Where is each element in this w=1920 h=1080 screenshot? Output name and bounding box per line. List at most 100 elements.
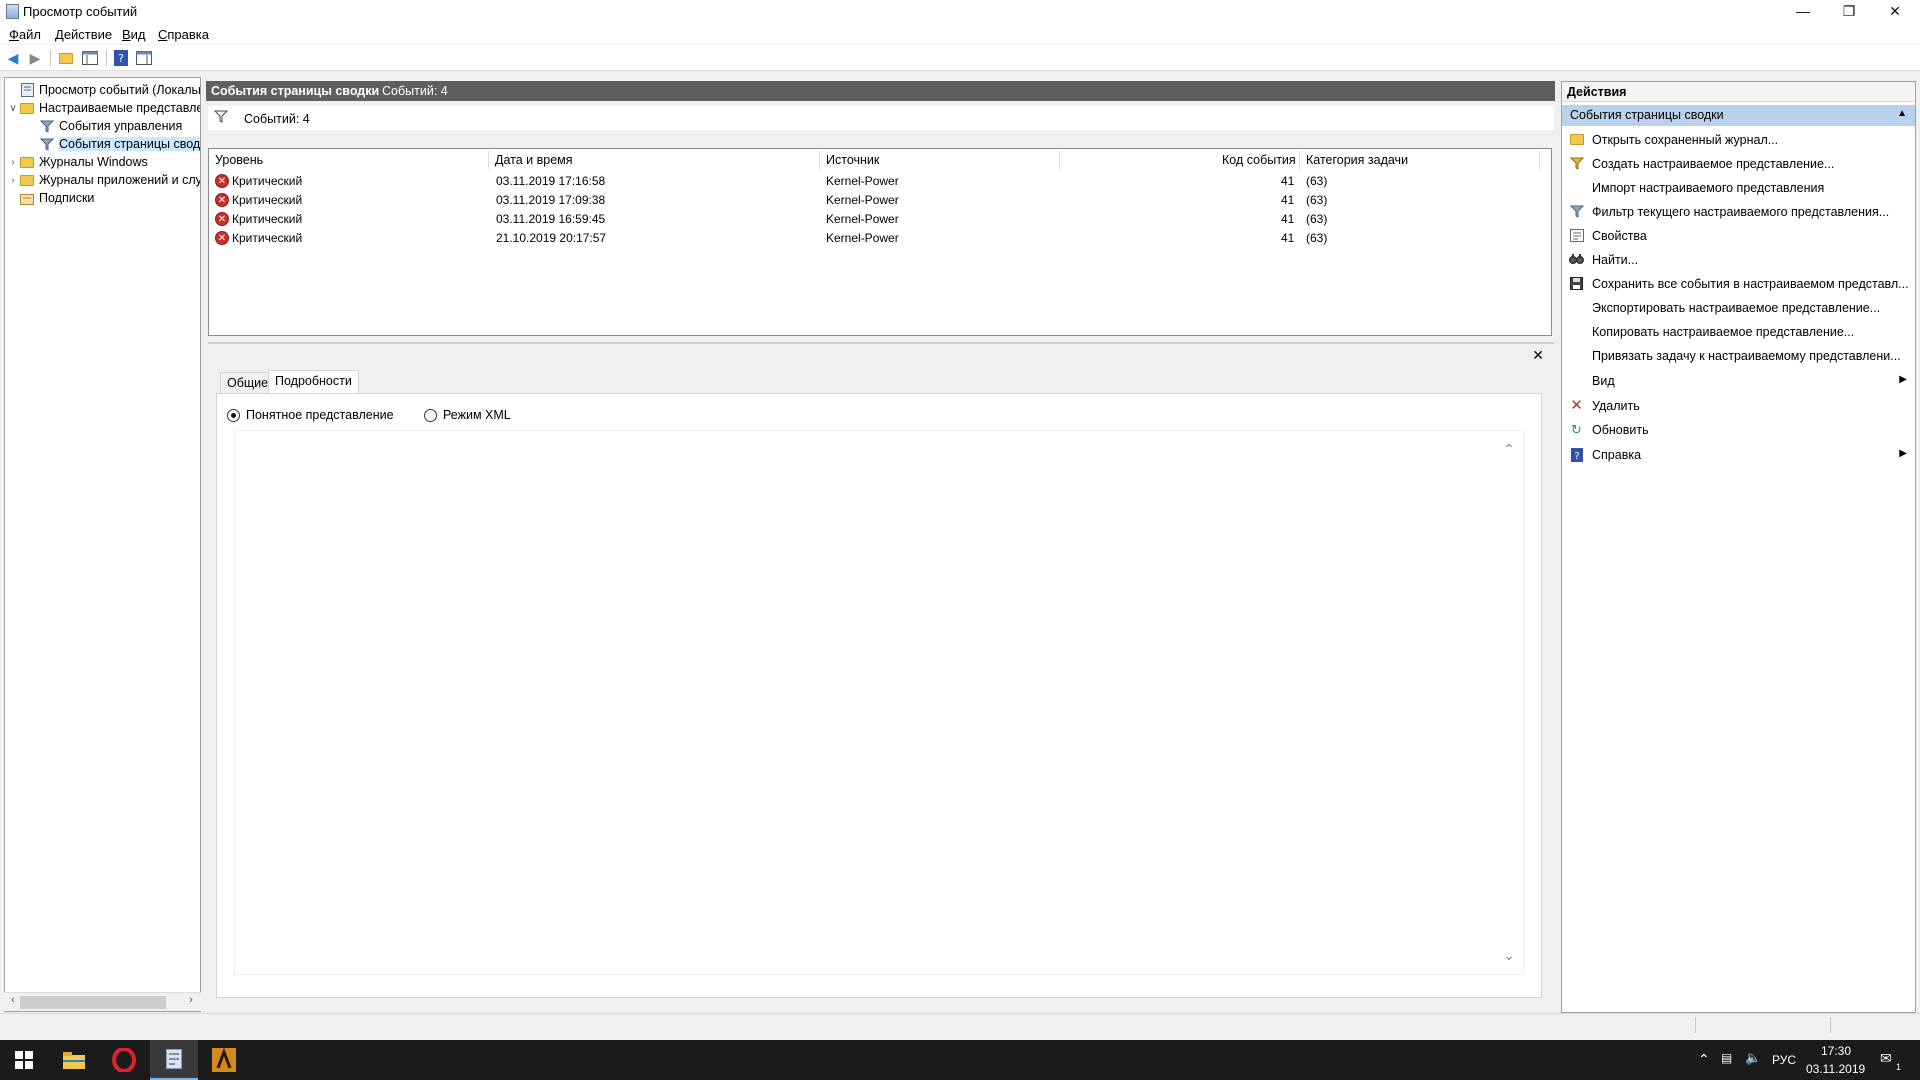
menu-action[interactable]: Действие xyxy=(55,27,112,42)
minimize-button[interactable]: — xyxy=(1780,0,1826,24)
restore-button[interactable]: ❐ xyxy=(1826,0,1872,24)
action-create-custom-view[interactable]: Создать настраиваемое представление... xyxy=(1562,153,1915,175)
filter-icon xyxy=(39,119,55,133)
action-export-custom-view[interactable]: Экспортировать настраиваемое представлен… xyxy=(1562,297,1915,319)
tab-details[interactable]: Подробности xyxy=(268,370,359,394)
menu-bar: Файл Действие Вид Справка xyxy=(0,24,1920,44)
tree-item-admin-events[interactable]: События управления xyxy=(39,117,182,135)
column-event-code[interactable]: Код события xyxy=(1222,153,1296,167)
game-app-icon xyxy=(212,1048,236,1072)
filter-icon xyxy=(1569,205,1584,219)
menu-file[interactable]: Файл xyxy=(9,27,41,42)
table-row[interactable]: ✕ Критический 03.11.2019 17:16:58 Kernel… xyxy=(209,172,1551,191)
action-filter-current-view[interactable]: Фильтр текущего настраиваемого представл… xyxy=(1562,201,1915,223)
actions-pane: Действия События страницы сводки ▲ Откры… xyxy=(1561,81,1916,1013)
properties-icon xyxy=(1569,229,1584,243)
tree-item-windows-logs[interactable]: › Журналы Windows xyxy=(7,153,147,171)
title-bar: Просмотр событий — ❐ ✕ xyxy=(0,0,1920,24)
folder-icon xyxy=(19,155,35,169)
show-hide-actions-icon[interactable] xyxy=(135,49,153,67)
notification-count: 1 xyxy=(1896,1062,1902,1072)
column-task-category[interactable]: Категория задачи xyxy=(1306,153,1408,167)
action-view[interactable]: Вид ▶ xyxy=(1562,370,1915,392)
status-bar xyxy=(0,1013,1920,1036)
tree-horizontal-scrollbar[interactable]: ‹ › xyxy=(4,992,201,1011)
show-hide-tree-icon[interactable] xyxy=(81,49,99,67)
file-explorer-taskbar-button[interactable] xyxy=(50,1040,98,1080)
action-import-custom-view[interactable]: Импорт настраиваемого представления xyxy=(1562,177,1915,199)
column-datetime[interactable]: Дата и время xyxy=(495,153,573,167)
menu-view[interactable]: Вид xyxy=(122,27,146,42)
notification-icon[interactable]: ✉ xyxy=(1880,1050,1892,1067)
collapse-arrow-icon[interactable]: ▲ xyxy=(1897,108,1907,119)
back-arrow-icon[interactable]: ◀ xyxy=(4,49,22,67)
center-pane-header: События страницы сводки Событий: 4 xyxy=(206,81,1555,101)
column-level[interactable]: Уровень xyxy=(215,153,263,167)
action-find[interactable]: Найти... xyxy=(1562,249,1915,271)
start-button[interactable] xyxy=(0,1040,48,1080)
open-folder-icon xyxy=(1569,133,1584,147)
scroll-up-icon[interactable]: ⌃ xyxy=(1503,441,1515,458)
windows-logo-icon xyxy=(15,1051,33,1069)
action-copy-custom-view[interactable]: Копировать настраиваемое представление..… xyxy=(1562,321,1915,343)
close-details-icon[interactable]: ✕ xyxy=(1532,347,1544,364)
scroll-left-icon[interactable]: ‹ xyxy=(6,994,20,1006)
volume-icon[interactable]: 🔈 xyxy=(1745,1050,1761,1066)
tree-item-subscriptions[interactable]: Подписки xyxy=(7,189,94,207)
tab-general[interactable]: Общие xyxy=(220,372,276,394)
subscriptions-icon xyxy=(19,191,35,205)
opera-taskbar-button[interactable] xyxy=(100,1040,148,1080)
chevron-right-icon[interactable]: › xyxy=(7,175,19,186)
events-table: Уровень Дата и время Источник Код событи… xyxy=(208,148,1552,336)
network-icon[interactable]: ▤ xyxy=(1721,1051,1732,1065)
radio-xml-view[interactable]: Режим XML xyxy=(424,408,511,422)
language-indicator[interactable]: РУС xyxy=(1772,1053,1796,1067)
radio-friendly-view[interactable]: Понятное представление xyxy=(227,408,394,422)
submenu-arrow-icon: ▶ xyxy=(1899,374,1907,385)
event-viewer-icon xyxy=(19,83,35,97)
scroll-down-icon[interactable]: ⌄ xyxy=(1503,947,1515,964)
action-properties[interactable]: Свойства xyxy=(1562,225,1915,247)
clock-date[interactable]: 03.11.2019 xyxy=(1806,1062,1865,1076)
game-taskbar-button[interactable] xyxy=(200,1040,248,1080)
clock-time[interactable]: 17:30 xyxy=(1821,1044,1851,1058)
svg-text:?: ? xyxy=(118,52,124,65)
open-folder-icon[interactable] xyxy=(57,49,75,67)
action-help[interactable]: ? Справка ▶ xyxy=(1562,444,1915,466)
actions-section-header[interactable]: События страницы сводки ▲ xyxy=(1562,105,1915,126)
event-viewer-taskbar-button[interactable] xyxy=(150,1040,198,1080)
event-details-pane: ✕ Общие Подробности Понятное представлен… xyxy=(208,342,1554,1006)
critical-error-icon: ✕ xyxy=(215,212,229,226)
radio-selected-icon[interactable] xyxy=(227,408,240,422)
save-icon xyxy=(1569,277,1584,291)
action-delete[interactable]: ✕ Удалить xyxy=(1562,395,1915,417)
table-row[interactable]: ✕ Критический 03.11.2019 17:09:38 Kernel… xyxy=(209,191,1551,210)
table-row[interactable]: ✕ Критический 21.10.2019 20:17:57 Kernel… xyxy=(209,229,1551,248)
toolbar: ◀ ▶ ? xyxy=(0,45,1920,71)
folder-icon xyxy=(19,173,35,187)
event-content-area[interactable]: ⌃ ⌄ xyxy=(234,430,1524,975)
radio-unselected-icon[interactable] xyxy=(424,408,437,422)
action-refresh[interactable]: ↻ Обновить xyxy=(1562,419,1915,441)
tree-item-app-logs[interactable]: › Журналы приложений и служб xyxy=(7,171,200,189)
help-icon[interactable]: ? xyxy=(112,49,130,67)
scrollbar-thumb[interactable] xyxy=(20,996,166,1009)
tree-item-root[interactable]: Просмотр событий (Локальный) xyxy=(7,81,200,99)
column-source[interactable]: Источник xyxy=(826,153,879,167)
close-button[interactable]: ✕ xyxy=(1872,0,1918,24)
action-attach-task[interactable]: Привязать задачу к настраиваемому предст… xyxy=(1562,345,1915,367)
menu-help[interactable]: Справка xyxy=(158,27,209,42)
tray-expand-icon[interactable]: ⌃ xyxy=(1698,1051,1710,1068)
tree-item-summary-events[interactable]: События страницы сводки xyxy=(39,135,200,153)
create-filter-icon xyxy=(1569,157,1584,171)
action-open-saved-log[interactable]: Открыть сохраненный журнал... xyxy=(1562,129,1915,151)
chevron-right-icon[interactable]: › xyxy=(7,157,19,168)
forward-arrow-icon[interactable]: ▶ xyxy=(26,49,44,67)
chevron-down-icon[interactable]: ∨ xyxy=(7,103,19,114)
action-save-all-events[interactable]: Сохранить все события в настраиваемом пр… xyxy=(1562,273,1915,295)
tree-item-custom-views[interactable]: ∨ Настраиваемые представления xyxy=(7,99,200,117)
table-row[interactable]: ✕ Критический 03.11.2019 16:59:45 Kernel… xyxy=(209,210,1551,229)
file-explorer-icon xyxy=(63,1051,85,1069)
scroll-right-icon[interactable]: › xyxy=(184,994,198,1006)
window-title: Просмотр событий xyxy=(23,4,138,19)
